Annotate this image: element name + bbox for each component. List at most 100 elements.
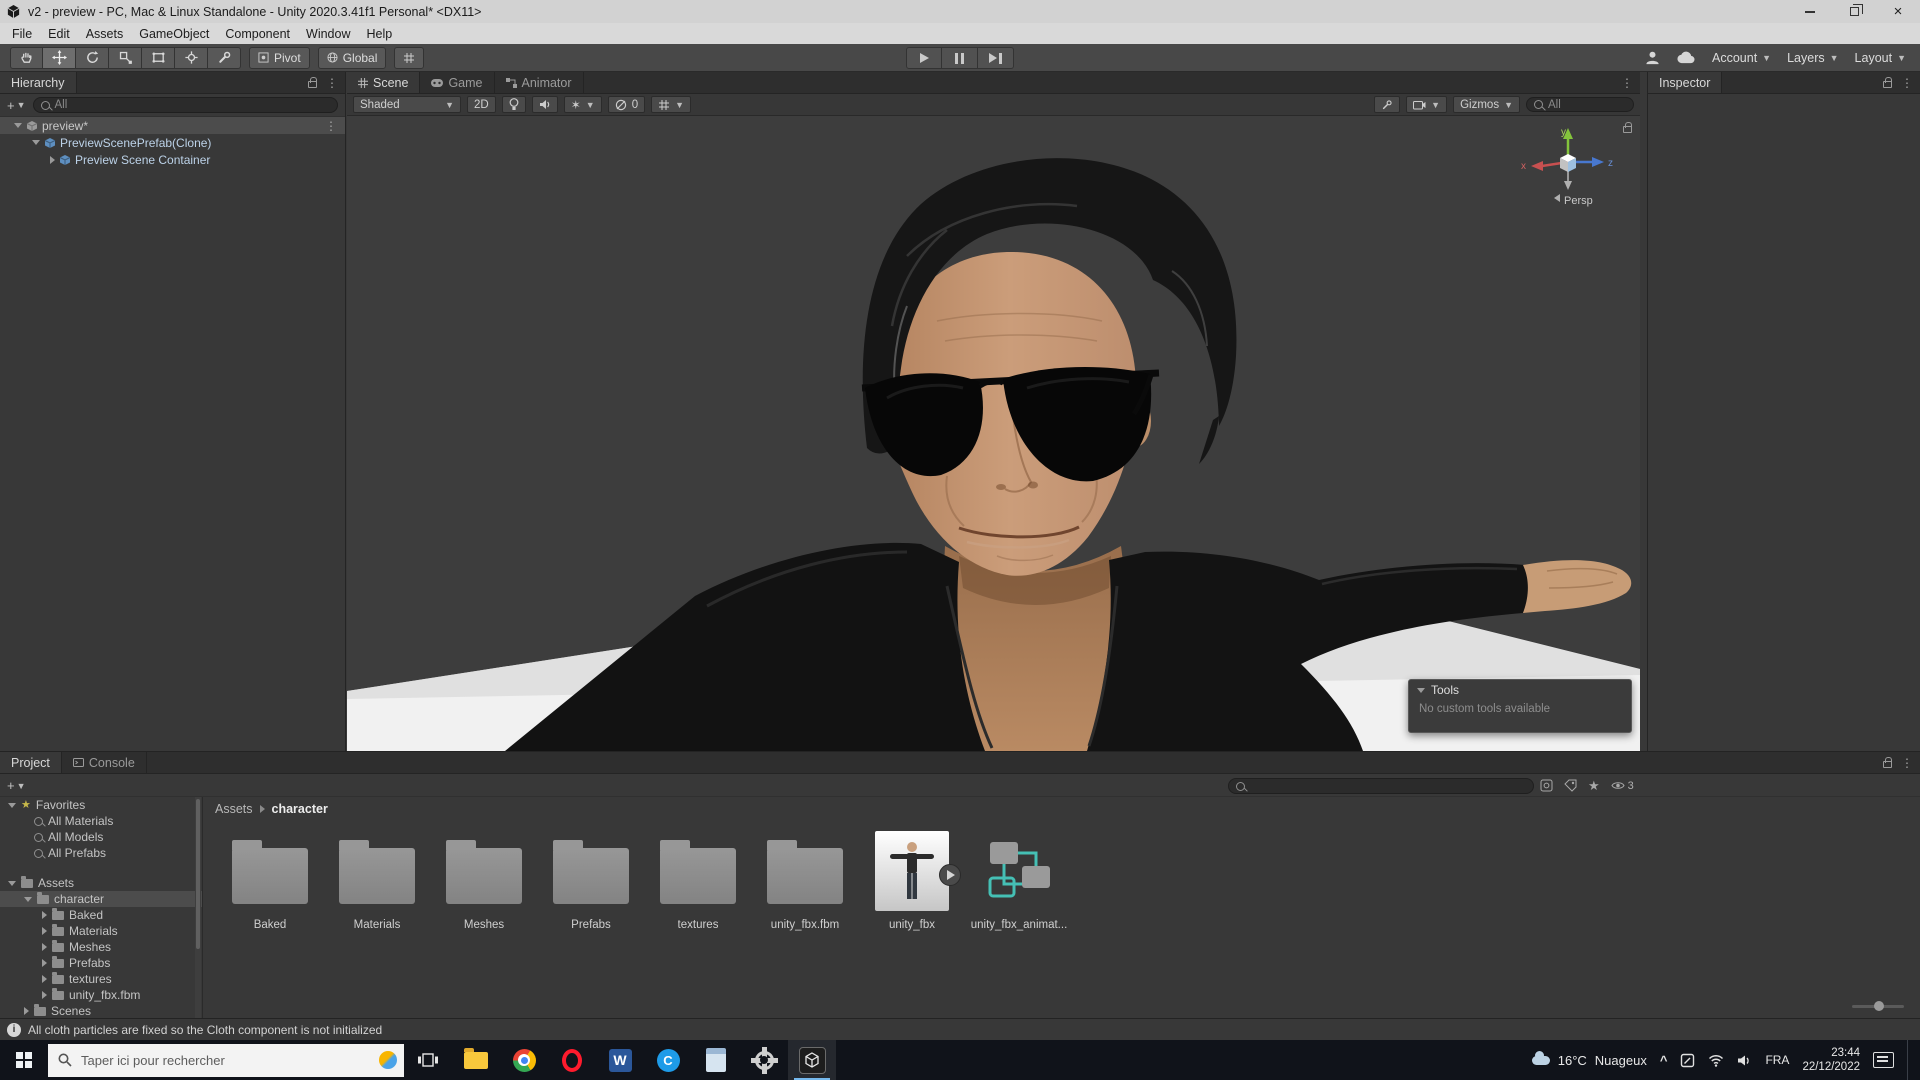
hierarchy-row-container[interactable]: Preview Scene Container — [0, 151, 345, 168]
thumbnail-zoom-slider[interactable] — [1852, 1000, 1904, 1012]
weather-widget[interactable]: 16°C Nuageux — [1532, 1053, 1647, 1068]
pen-tray-icon[interactable] — [1680, 1053, 1695, 1068]
foldout-closed-icon[interactable] — [50, 156, 55, 164]
hierarchy-row-prefab[interactable]: PreviewScenePrefab(Clone) — [0, 134, 345, 151]
scale-tool-button[interactable] — [109, 47, 142, 69]
shading-mode-dropdown[interactable]: Shaded ▼ — [353, 96, 461, 113]
tree-baked[interactable]: Baked — [0, 907, 202, 923]
menu-gameobject[interactable]: GameObject — [131, 23, 217, 44]
tree-scrollbar[interactable] — [195, 797, 201, 1018]
close-button[interactable]: × — [1876, 0, 1920, 23]
hand-tool-button[interactable] — [10, 47, 43, 69]
file-explorer-button[interactable] — [452, 1040, 500, 1080]
scene-visibility-toggle[interactable]: 0 — [608, 96, 645, 113]
foldout-open-icon[interactable] — [14, 123, 22, 128]
scene-viewport[interactable]: y x z Persp Tools No custom tools availa… — [347, 116, 1640, 751]
asset-item-prefabs[interactable]: Prefabs — [541, 827, 641, 931]
tab-console[interactable]: Console — [62, 752, 147, 773]
foldout-open-icon[interactable] — [8, 881, 16, 886]
layout-dropdown[interactable]: Layout▼ — [1855, 51, 1906, 65]
hierarchy-search-input[interactable]: All — [33, 97, 338, 113]
language-indicator[interactable]: FRA — [1765, 1053, 1789, 1067]
global-toggle[interactable]: Global — [318, 47, 387, 69]
expand-subassets-button[interactable] — [939, 864, 961, 886]
tree-textures[interactable]: textures — [0, 971, 202, 987]
tree-prefabs[interactable]: Prefabs — [0, 955, 202, 971]
kebab-menu-icon[interactable]: ⋮ — [326, 76, 338, 90]
cloud-icon[interactable] — [1677, 51, 1696, 64]
view-lock-icon[interactable] — [1623, 126, 1632, 133]
search-by-label-icon[interactable] — [1564, 779, 1577, 792]
menu-file[interactable]: File — [4, 23, 40, 44]
foldout-closed-icon[interactable] — [42, 975, 47, 983]
action-center-icon[interactable] — [1873, 1052, 1894, 1068]
menu-component[interactable]: Component — [217, 23, 298, 44]
lighting-toggle[interactable] — [502, 96, 526, 113]
tree-favorites[interactable]: ★ Favorites — [0, 797, 202, 813]
transform-tool-button[interactable] — [175, 47, 208, 69]
pivot-toggle[interactable]: Pivot — [249, 47, 310, 69]
foldout-open-icon[interactable] — [24, 897, 32, 902]
menu-help[interactable]: Help — [358, 23, 400, 44]
lock-icon[interactable] — [1883, 81, 1892, 88]
hidden-icons-chevron[interactable]: ^ — [1660, 1053, 1668, 1068]
asset-item-baked[interactable]: Baked — [220, 827, 320, 931]
tree-all-materials[interactable]: All Materials — [0, 813, 202, 829]
tree-all-prefabs[interactable]: All Prefabs — [0, 845, 202, 861]
kebab-menu-icon[interactable]: ⋮ — [1901, 756, 1913, 770]
asset-item-unity-fbx-animation[interactable]: unity_fbx_animat... — [969, 827, 1069, 931]
layers-dropdown[interactable]: Layers▼ — [1787, 51, 1838, 65]
foldout-closed-icon[interactable] — [24, 1007, 29, 1015]
rect-tool-button[interactable] — [142, 47, 175, 69]
breadcrumb-assets[interactable]: Assets — [215, 802, 253, 816]
status-bar[interactable]: i All cloth particles are fixed so the C… — [0, 1018, 1920, 1040]
search-by-type-icon[interactable] — [1540, 779, 1553, 792]
calculator-button[interactable] — [692, 1040, 740, 1080]
hidden-packages-toggle[interactable]: 3 — [1611, 780, 1634, 792]
minimize-button[interactable] — [1788, 0, 1832, 23]
start-button[interactable] — [0, 1040, 48, 1080]
tree-meshes[interactable]: Meshes — [0, 939, 202, 955]
effects-dropdown[interactable]: ✶▼ — [564, 96, 602, 113]
move-tool-button[interactable] — [43, 47, 76, 69]
tree-materials[interactable]: Materials — [0, 923, 202, 939]
tree-all-models[interactable]: All Models — [0, 829, 202, 845]
show-desktop-button[interactable] — [1907, 1040, 1912, 1080]
create-asset-button[interactable]: +▼ — [7, 778, 26, 793]
chrome-button[interactable] — [500, 1040, 548, 1080]
custom-tool-button[interactable] — [208, 47, 241, 69]
kebab-menu-icon[interactable]: ⋮ — [1901, 76, 1913, 90]
foldout-open-icon[interactable] — [1417, 688, 1425, 693]
play-button[interactable] — [906, 47, 942, 69]
rotate-tool-button[interactable] — [76, 47, 109, 69]
audio-toggle[interactable] — [532, 96, 558, 113]
tab-game[interactable]: Game — [420, 72, 494, 93]
tree-unity-fbx-fbm[interactable]: unity_fbx.fbm — [0, 987, 202, 1003]
task-view-button[interactable] — [404, 1040, 452, 1080]
create-button[interactable]: +▼ — [7, 98, 26, 113]
volume-tray-icon[interactable] — [1737, 1054, 1752, 1067]
foldout-open-icon[interactable] — [8, 803, 16, 808]
asset-item-unity-fbx[interactable]: unity_fbx — [862, 827, 962, 931]
foldout-open-icon[interactable] — [32, 140, 40, 145]
collab-icon[interactable] — [1644, 50, 1661, 65]
tab-scene[interactable]: Scene — [347, 72, 420, 93]
foldout-closed-icon[interactable] — [42, 911, 47, 919]
foldout-closed-icon[interactable] — [42, 959, 47, 967]
account-dropdown[interactable]: Account▼ — [1712, 51, 1771, 65]
tree-scenes[interactable]: Scenes — [0, 1003, 202, 1018]
foldout-closed-icon[interactable] — [42, 991, 47, 999]
wifi-tray-icon[interactable] — [1708, 1054, 1724, 1067]
foldout-closed-icon[interactable] — [42, 927, 47, 935]
pause-button[interactable] — [942, 47, 978, 69]
blue-app-button[interactable]: C — [644, 1040, 692, 1080]
foldout-closed-icon[interactable] — [42, 943, 47, 951]
menu-assets[interactable]: Assets — [78, 23, 132, 44]
2d-toggle[interactable]: 2D — [467, 96, 496, 113]
hierarchy-tab[interactable]: Hierarchy — [0, 72, 77, 93]
step-button[interactable] — [978, 47, 1014, 69]
menu-window[interactable]: Window — [298, 23, 358, 44]
hierarchy-row-scene[interactable]: preview* ⋮ — [0, 117, 345, 134]
tree-character[interactable]: character — [0, 891, 202, 907]
asset-item-meshes[interactable]: Meshes — [434, 827, 534, 931]
